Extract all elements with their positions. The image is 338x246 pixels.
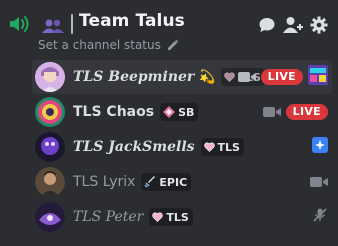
- username: TLS Lyrix: [73, 174, 136, 190]
- heart-icon: [224, 72, 236, 82]
- server-tag: TLS: [200, 138, 244, 156]
- server-tag-label: TLS: [166, 210, 189, 224]
- avatar[interactable]: [35, 97, 65, 127]
- camera-icon: [237, 68, 256, 87]
- username: TLS Peter: [73, 209, 144, 225]
- muted-mic-icon: [312, 207, 328, 227]
- activity-icon[interactable]: [312, 137, 328, 157]
- voice-user-row[interactable]: TLS Beepminer 💫 TLS LIVE: [32, 60, 332, 94]
- heart-icon: [203, 142, 215, 152]
- heart-icon: [152, 212, 164, 222]
- server-tag: EPIC: [141, 173, 192, 191]
- game-thumbnail-icon: [308, 65, 328, 89]
- live-badge: LIVE: [260, 69, 303, 85]
- sparkle-icon: 💫: [199, 69, 216, 85]
- channel-header: Team Talus Set a channel status: [0, 0, 338, 60]
- add-friend-icon[interactable]: [283, 16, 303, 34]
- settings-gear-icon[interactable]: [310, 16, 328, 34]
- avatar[interactable]: [35, 132, 65, 162]
- username: TLS Chaos: [73, 104, 155, 120]
- sword-icon: [144, 176, 156, 188]
- set-channel-status[interactable]: Set a channel status: [38, 38, 179, 52]
- live-badge: LIVE: [285, 104, 328, 120]
- server-tag: TLS: [149, 208, 193, 226]
- avatar[interactable]: [35, 202, 65, 232]
- header-divider: [71, 14, 73, 34]
- username: TLS Beepminer: [73, 69, 195, 85]
- voice-connected-icon[interactable]: [8, 14, 30, 34]
- server-tag-label: TLS: [217, 140, 240, 154]
- voice-user-row[interactable]: TLS Peter TLS: [32, 200, 332, 234]
- username: TLS JackSmells: [73, 139, 195, 155]
- server-tag-label: SB: [178, 105, 195, 119]
- voice-user-row[interactable]: TLS JackSmells TLS: [32, 130, 332, 164]
- server-tag: SB: [160, 103, 199, 121]
- avatar[interactable]: [35, 62, 65, 92]
- voice-user-row[interactable]: TLS Chaos SB LIVE: [32, 95, 332, 129]
- chat-icon[interactable]: [258, 16, 276, 34]
- voice-user-row[interactable]: TLS Lyrix EPIC: [32, 165, 332, 199]
- camera-icon: [262, 103, 281, 122]
- members-icon: [42, 18, 64, 33]
- channel-status-placeholder: Set a channel status: [38, 38, 161, 52]
- diamond-icon: [163, 106, 176, 118]
- server-tag-label: EPIC: [159, 175, 188, 189]
- avatar[interactable]: [35, 167, 65, 197]
- channel-title: Team Talus: [79, 11, 185, 31]
- camera-icon: [310, 173, 328, 192]
- pencil-icon: [167, 39, 179, 51]
